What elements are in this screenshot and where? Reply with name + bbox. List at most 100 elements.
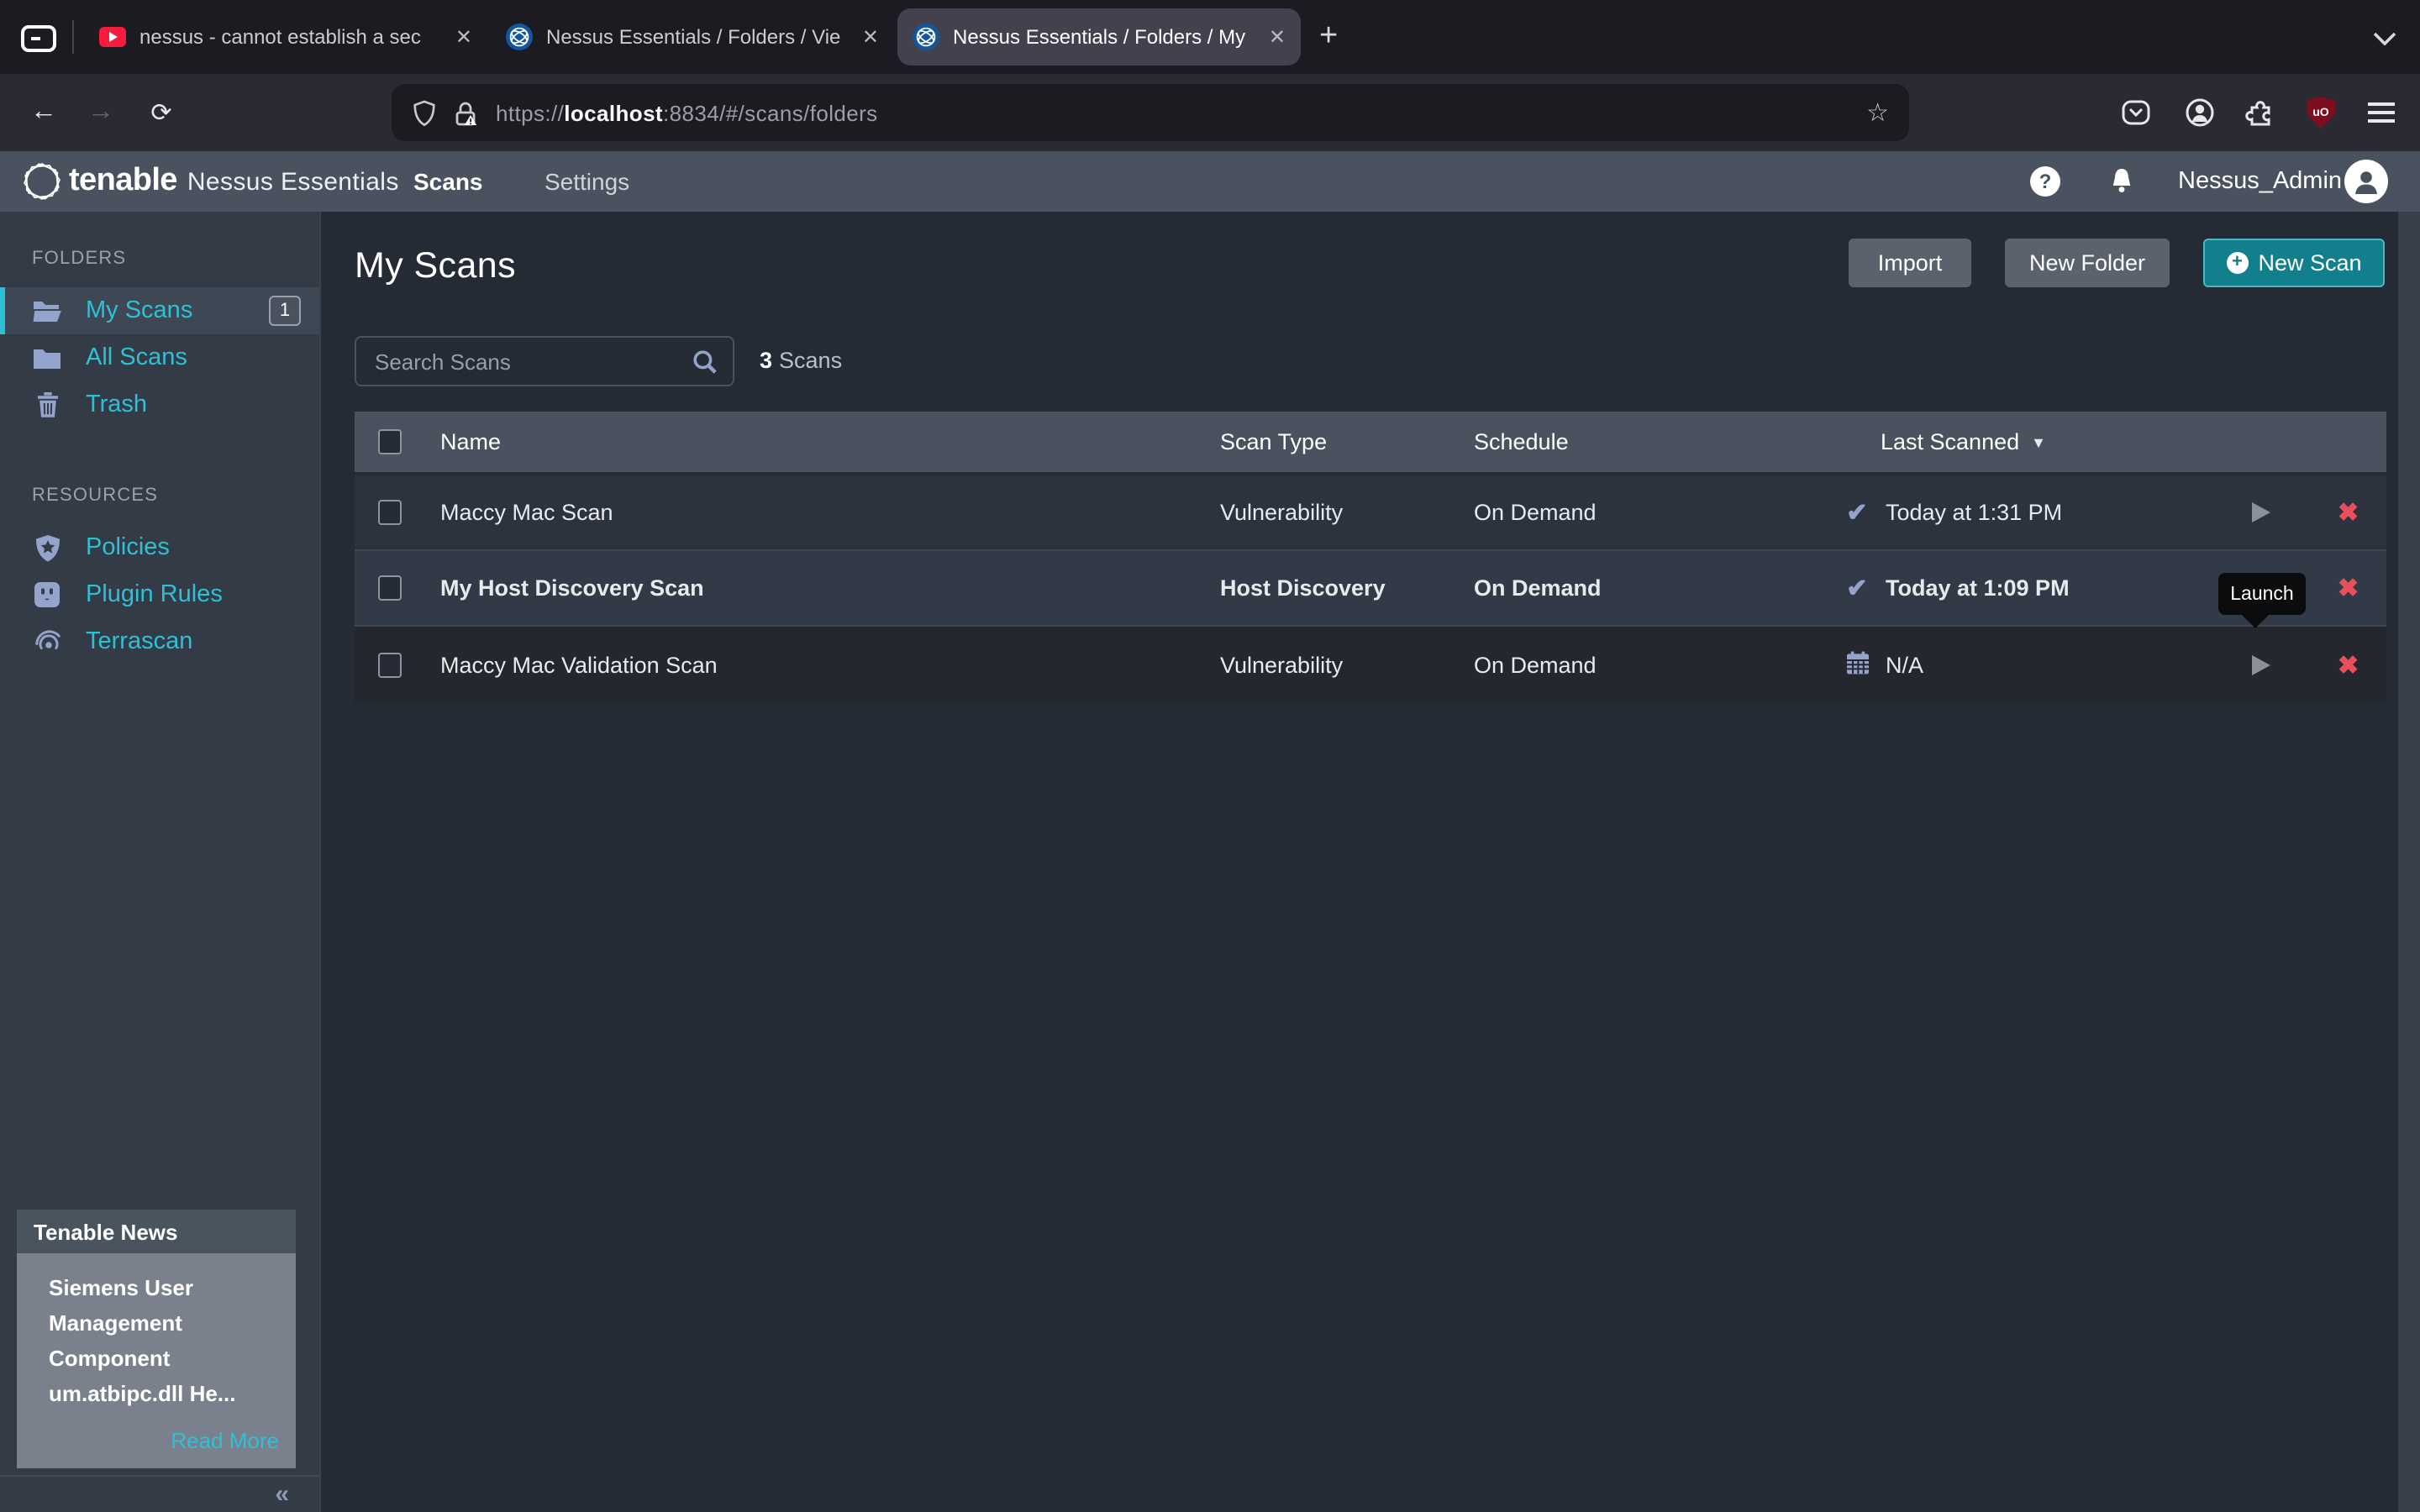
read-more-link[interactable]: Read More [49, 1428, 282, 1453]
browser-tab-2[interactable]: Nessus Essentials / Folders / Vie ✕ [491, 8, 894, 66]
delete-x-button[interactable]: ✖ [2338, 650, 2359, 680]
tab-close-icon[interactable]: ✕ [455, 25, 472, 49]
folders-section-label: FOLDERS [0, 249, 319, 269]
table-row[interactable]: Maccy Mac Validation Scan Vulnerability … [355, 625, 2386, 704]
scan-name[interactable]: Maccy Mac Scan [440, 500, 613, 525]
launch-play-button[interactable] [2252, 655, 2270, 675]
sidebar-item-label: Terrascan [86, 628, 192, 655]
back-button[interactable]: ← [20, 89, 67, 136]
app-header: tenable Nessus Essentials Scans Settings… [0, 151, 2420, 212]
bookmark-star-icon[interactable]: ☆ [1866, 97, 1889, 128]
browser-tab-active[interactable]: Nessus Essentials / Folders / My ✕ [897, 8, 1301, 66]
new-tab-button[interactable]: + [1319, 18, 1338, 55]
menu-hamburger-icon[interactable] [2356, 89, 2407, 136]
news-headline-line: Management [49, 1305, 282, 1341]
column-header-name[interactable]: Name [440, 429, 501, 454]
news-headline-line: um.atbipc.dll He... [49, 1376, 282, 1411]
youtube-favicon-icon [99, 27, 126, 47]
search-input[interactable] [356, 347, 692, 375]
import-button[interactable]: Import [1849, 239, 1971, 287]
tab-close-icon[interactable]: ✕ [1269, 25, 1286, 49]
table-row[interactable]: Maccy Mac Scan Vulnerability On Demand ✔… [355, 475, 2386, 549]
news-headline-line: Component [49, 1341, 282, 1376]
last-scanned-time: N/A [1886, 653, 1923, 678]
new-scan-button[interactable]: +New Scan [2203, 239, 2385, 287]
lock-insecure-icon[interactable] [452, 98, 479, 127]
scan-schedule: On Demand [1474, 500, 1597, 525]
sidebar-item-label: Trash [86, 391, 147, 418]
sort-caret-icon: ▼ [2031, 433, 2046, 450]
scan-type: Vulnerability [1220, 500, 1343, 525]
table-header-row: Name Scan Type Schedule Last Scanned▼ [355, 412, 2386, 472]
account-icon[interactable] [2175, 89, 2225, 136]
row-checkbox[interactable] [378, 500, 402, 525]
browser-tab-bar: nessus - cannot establish a sec ✕ Nessus… [0, 0, 2420, 74]
shield-star-icon [32, 533, 62, 562]
sidebar-footer: « [0, 1475, 319, 1512]
new-folder-button[interactable]: New Folder [2005, 239, 2170, 287]
launch-play-button[interactable] [2252, 502, 2270, 522]
pocket-icon[interactable] [2111, 89, 2161, 136]
resources-section-label: RESOURCES [0, 486, 319, 506]
product-name: Nessus Essentials [187, 167, 399, 196]
search-icon[interactable] [692, 349, 718, 374]
scan-schedule: On Demand [1474, 575, 1602, 601]
last-scanned-time: Today at 1:09 PM [1886, 575, 2070, 601]
firefox-view-icon[interactable] [13, 12, 64, 62]
delete-x-button[interactable]: ✖ [2338, 497, 2359, 528]
shield-permissions-icon[interactable] [412, 98, 437, 127]
row-checkbox[interactable] [378, 575, 402, 601]
sidebar-item-trash[interactable]: Trash [0, 381, 319, 428]
terrascan-spiral-icon [32, 628, 62, 655]
sidebar: FOLDERS My Scans 1 All Scans Trash RESOU… [0, 212, 321, 1512]
delete-x-button[interactable]: ✖ [2338, 573, 2359, 603]
tenable-brand: tenable Nessus Essentials [20, 151, 399, 212]
nav-settings[interactable]: Settings [544, 151, 629, 212]
scan-name[interactable]: Maccy Mac Validation Scan [440, 653, 718, 678]
scan-name[interactable]: My Host Discovery Scan [440, 575, 704, 601]
sidebar-item-terrascan[interactable]: Terrascan [0, 618, 319, 665]
column-header-scan-type[interactable]: Scan Type [1220, 429, 1327, 454]
username[interactable]: Nessus_Admin [2178, 151, 2342, 212]
avatar[interactable] [2344, 160, 2388, 203]
collapse-sidebar-chevrons[interactable]: « [275, 1480, 289, 1509]
table-row[interactable]: My Host Discovery Scan Host Discovery On… [355, 549, 2386, 625]
help-icon[interactable]: ? [2030, 166, 2060, 197]
tab-close-icon[interactable]: ✕ [862, 25, 879, 49]
scans-table: Name Scan Type Schedule Last Scanned▼ Ma… [355, 412, 2386, 704]
sidebar-item-label: Policies [86, 534, 170, 561]
main-content: My Scans Import New Folder +New Scan 3Sc… [321, 212, 2420, 1512]
page-title: My Scans [355, 245, 516, 287]
row-checkbox[interactable] [378, 653, 402, 678]
sidebar-item-label: Plugin Rules [86, 581, 223, 608]
scan-type: Vulnerability [1220, 653, 1343, 678]
url-text[interactable]: https://localhost:8834/#/scans/folders [496, 100, 878, 125]
plugin-outlet-icon [32, 581, 62, 608]
sidebar-item-policies[interactable]: Policies [0, 524, 319, 571]
last-scanned-time: Today at 1:31 PM [1886, 500, 2062, 525]
list-all-tabs-icon[interactable] [2373, 24, 2396, 54]
scan-schedule: On Demand [1474, 653, 1597, 678]
ublock-origin-icon[interactable]: uO [2296, 89, 2346, 136]
sidebar-item-all-scans[interactable]: All Scans [0, 334, 319, 381]
reload-button[interactable]: ⟳ [138, 89, 185, 136]
tenable-logo-icon [20, 160, 64, 203]
brand-name: tenable [69, 163, 177, 200]
select-all-checkbox[interactable] [378, 429, 402, 454]
url-bar[interactable]: https://localhost:8834/#/scans/folders ☆ [392, 84, 1909, 141]
column-header-schedule[interactable]: Schedule [1474, 429, 1569, 454]
tab-title: Nessus Essentials / Folders / My [953, 25, 1259, 49]
nav-scans[interactable]: Scans [413, 151, 483, 212]
scrollbar-track[interactable] [2398, 212, 2420, 1512]
sidebar-item-plugin-rules[interactable]: Plugin Rules [0, 571, 319, 618]
extensions-puzzle-icon[interactable] [2235, 89, 2286, 136]
notifications-bell-icon[interactable] [2107, 166, 2136, 205]
sidebar-item-my-scans[interactable]: My Scans 1 [0, 287, 319, 334]
browser-tab-1[interactable]: nessus - cannot establish a sec ✕ [84, 8, 487, 66]
browser-toolbar: ← → ⟳ https://localhost:8834/#/scans/fol… [0, 74, 2420, 151]
tab-title: nessus - cannot establish a sec [139, 25, 445, 49]
forward-button[interactable]: → [77, 89, 124, 136]
search-scans-box[interactable] [355, 336, 734, 386]
launch-tooltip: Launch [2218, 573, 2306, 615]
column-header-last-scanned[interactable]: Last Scanned▼ [1881, 429, 2046, 454]
